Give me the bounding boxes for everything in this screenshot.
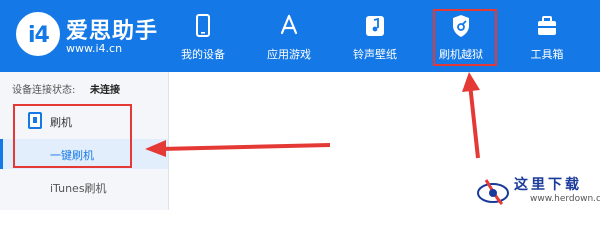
logo-text: i4 <box>28 23 50 48</box>
arrow-head-up <box>462 72 480 92</box>
watermark-logo-icon <box>477 179 509 206</box>
arrow-to-sidebar-icon <box>159 143 331 151</box>
i4-logo-icon: i4 <box>16 12 60 56</box>
toolbox-icon <box>538 16 556 35</box>
nav-my-device[interactable]: 我的设备 <box>161 0 245 72</box>
brand-url: www.i4.cn <box>66 42 123 55</box>
nav-label: 铃声壁纸 <box>353 48 397 61</box>
app-store-icon <box>280 14 298 35</box>
connection-status-row: 设备连接状态: 未连接 <box>0 72 168 102</box>
nav-label: 工具箱 <box>530 48 564 61</box>
nav-label: 应用游戏 <box>267 48 311 61</box>
nav-ringtones-wallpapers[interactable]: 铃声壁纸 <box>333 0 417 72</box>
music-file-icon <box>366 16 384 36</box>
highlight-box-nav-flash <box>433 9 497 66</box>
sidebar-item-itunes-flash[interactable]: iTunes刷机 <box>50 180 107 196</box>
watermark: 这里下载 www.herdown.com <box>472 172 600 210</box>
sidebar-divider <box>168 72 169 210</box>
watermark-url: www.herdown.com <box>530 194 600 204</box>
connection-status-label: 设备连接状态: <box>12 85 76 96</box>
nav-apps-games[interactable]: 应用游戏 <box>247 0 331 72</box>
phone-icon <box>196 14 210 37</box>
top-nav-bar: i4 爱思助手 www.i4.cn 我的设备 应用游戏 铃声壁纸 刷机越狱 工具… <box>0 0 600 72</box>
nav-toolbox[interactable]: 工具箱 <box>505 0 589 72</box>
connection-status-value: 未连接 <box>90 85 120 96</box>
arrow-to-nav-icon <box>468 83 480 159</box>
watermark-text: 这里下载 <box>514 177 582 193</box>
nav-label: 我的设备 <box>181 48 225 61</box>
brand-name: 爱思助手 <box>66 19 159 44</box>
active-indicator <box>0 139 3 169</box>
highlight-box-sidebar <box>13 104 132 168</box>
